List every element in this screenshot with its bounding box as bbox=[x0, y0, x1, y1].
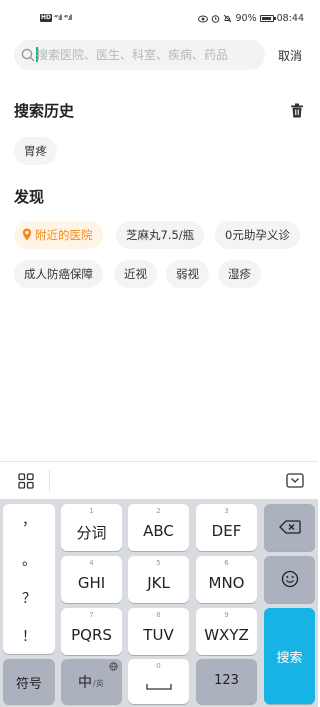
key-number: 1 bbox=[89, 507, 94, 515]
key-label: DEF bbox=[211, 522, 242, 540]
backspace-key[interactable] bbox=[264, 504, 315, 551]
key-number: 3 bbox=[224, 507, 229, 515]
clock: 08:44 bbox=[276, 13, 304, 24]
mute-icon bbox=[224, 14, 232, 23]
trash-icon[interactable] bbox=[290, 103, 304, 118]
space-key[interactable]: 0 bbox=[128, 659, 189, 704]
key-number: 0 bbox=[156, 662, 161, 670]
space-bar-icon bbox=[146, 684, 172, 690]
key-5[interactable]: 5 JKL bbox=[128, 556, 189, 603]
signal-icon: ⁴⁶.ıll bbox=[54, 14, 63, 22]
discover-chip[interactable]: 0元助孕义诊 bbox=[215, 221, 300, 249]
discover-chip[interactable]: 芝麻丸7.5/瓶 bbox=[116, 221, 205, 249]
location-pin-icon bbox=[22, 228, 32, 241]
history-chip[interactable]: 胃疼 bbox=[14, 137, 57, 165]
battery-icon bbox=[259, 15, 276, 22]
status-right: 90% 08:44 bbox=[198, 13, 304, 24]
key-label: TUV bbox=[143, 626, 174, 644]
language-switch-key[interactable]: 中 /英 bbox=[61, 659, 122, 704]
key-number: 7 bbox=[89, 611, 94, 619]
key-2[interactable]: 2 ABC bbox=[128, 504, 189, 551]
emoji-key[interactable] bbox=[264, 556, 315, 603]
punct-exclaim[interactable]: ！ bbox=[3, 626, 55, 646]
key-number: 5 bbox=[156, 559, 161, 567]
discover-title: 发现 bbox=[14, 188, 45, 206]
key-label: 分词 bbox=[76, 524, 107, 542]
alarm-icon bbox=[212, 15, 220, 23]
key-label: WXYZ bbox=[204, 626, 249, 644]
lang-sub-label: /英 bbox=[93, 679, 104, 688]
key-1[interactable]: 1 分词 bbox=[61, 504, 122, 551]
key-number: 2 bbox=[156, 507, 161, 515]
key-number: 8 bbox=[156, 611, 161, 619]
search-key[interactable]: 搜索 bbox=[264, 608, 315, 704]
key-9[interactable]: 9 WXYZ bbox=[196, 608, 257, 655]
discover-chip[interactable]: 近视 bbox=[114, 260, 157, 288]
battery-percent: 90% bbox=[235, 13, 257, 24]
search-box[interactable] bbox=[14, 40, 265, 70]
punctuation-column[interactable]: ， 。 ？ ！ bbox=[3, 504, 55, 654]
keyboard-toolbar bbox=[0, 461, 318, 499]
lang-label: 中 bbox=[78, 675, 92, 691]
key-label: JKL bbox=[147, 574, 170, 592]
status-left: HD ⁴⁶.ıll ⁴⁶.ıll bbox=[40, 14, 73, 22]
keyboard: ， 。 ？ ！ 1 分词 2 ABC 3 DEF 4 GHI 5 JKL 6 M… bbox=[0, 499, 318, 707]
hd-badge: HD bbox=[40, 14, 53, 22]
search-icon bbox=[21, 48, 35, 62]
status-bar: HD ⁴⁶.ıll ⁴⁶.ıll 90% 08:44 bbox=[0, 0, 318, 36]
key-6[interactable]: 6 MNO bbox=[196, 556, 257, 603]
emoji-icon bbox=[281, 570, 299, 588]
globe-icon bbox=[109, 662, 118, 671]
discover-chip-label: 附近的医院 bbox=[35, 228, 93, 242]
number-key-label: 123 bbox=[214, 673, 239, 688]
backspace-icon bbox=[279, 520, 301, 534]
discover-chip-nearby-hospital[interactable]: 附近的医院 bbox=[14, 221, 103, 249]
toolbar-divider bbox=[49, 470, 50, 492]
search-input[interactable] bbox=[36, 40, 260, 70]
key-8[interactable]: 8 TUV bbox=[128, 608, 189, 655]
key-label: ABC bbox=[143, 522, 174, 540]
punct-question[interactable]: ？ bbox=[3, 588, 55, 608]
number-key[interactable]: 123 bbox=[196, 659, 257, 704]
keyboard-collapse-icon[interactable] bbox=[286, 473, 304, 488]
key-number: 6 bbox=[224, 559, 229, 567]
cancel-button[interactable]: 取消 bbox=[278, 47, 302, 64]
key-3[interactable]: 3 DEF bbox=[196, 504, 257, 551]
punct-period[interactable]: 。 bbox=[3, 550, 55, 570]
signal-icon-2: ⁴⁶.ıll bbox=[63, 14, 73, 22]
key-4[interactable]: 4 GHI bbox=[61, 556, 122, 603]
key-label: MNO bbox=[208, 574, 245, 592]
discover-chip[interactable]: 湿疹 bbox=[218, 260, 261, 288]
symbol-key[interactable]: 符号 bbox=[3, 659, 55, 704]
battery-fill bbox=[261, 17, 271, 20]
history-title: 搜索历史 bbox=[14, 102, 75, 120]
eye-icon bbox=[198, 15, 209, 22]
key-7[interactable]: 7 PQRS bbox=[61, 608, 122, 655]
punct-comma[interactable]: ， bbox=[3, 510, 55, 530]
discover-chip[interactable]: 成人防癌保障 bbox=[14, 260, 103, 288]
key-label: GHI bbox=[77, 574, 106, 592]
key-label: PQRS bbox=[71, 626, 112, 644]
symbol-key-label: 符号 bbox=[15, 677, 42, 692]
search-key-label: 搜索 bbox=[276, 651, 303, 666]
key-number: 9 bbox=[224, 611, 229, 619]
search-row: 取消 bbox=[14, 40, 308, 70]
key-number: 4 bbox=[89, 559, 94, 567]
grid-menu-icon[interactable] bbox=[18, 473, 34, 489]
discover-chip[interactable]: 弱视 bbox=[166, 260, 209, 288]
